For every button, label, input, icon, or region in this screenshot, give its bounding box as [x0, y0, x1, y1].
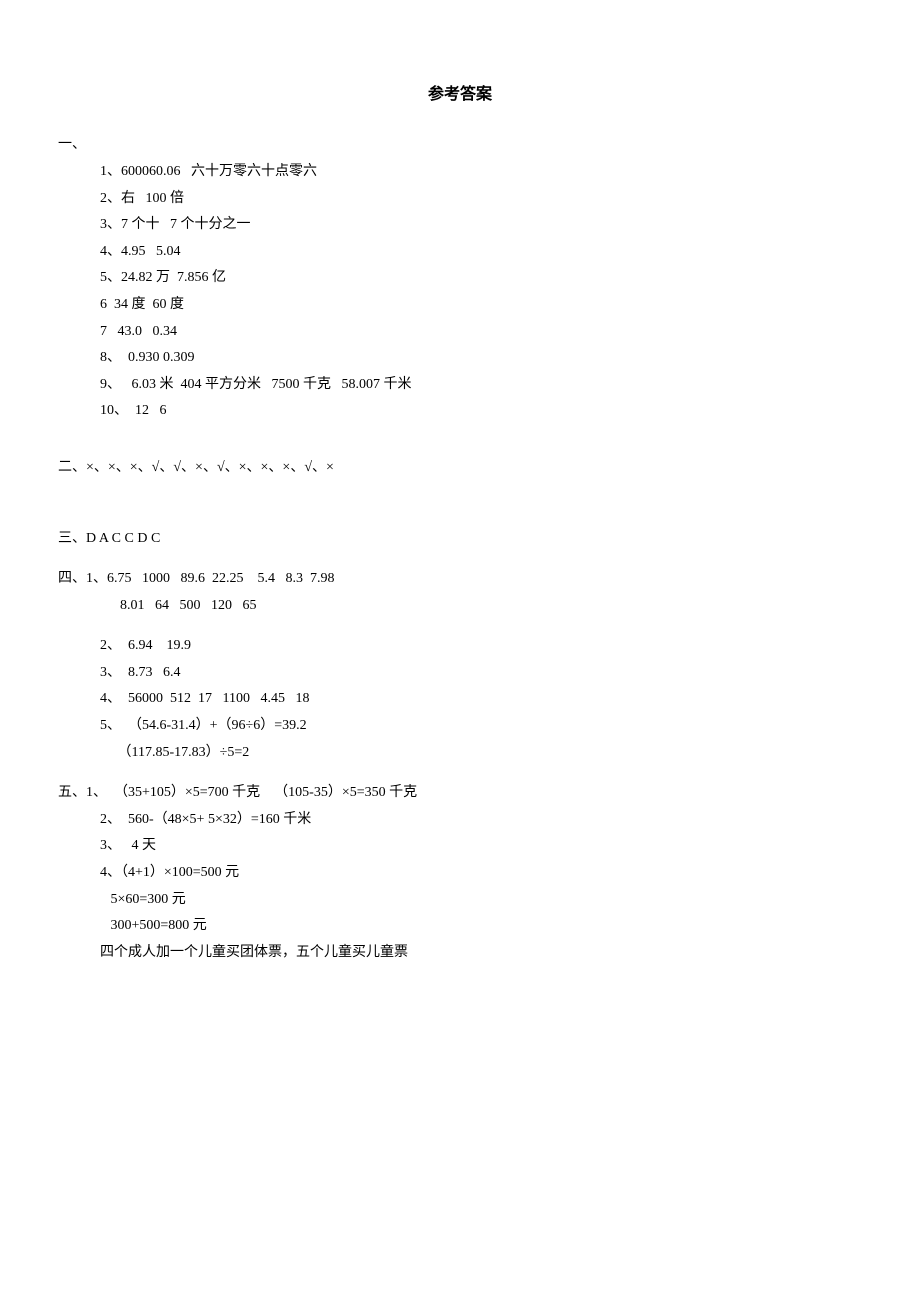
answer-item: 3、 4 天 [100, 833, 862, 860]
answer-item: （117.85-17.83）÷5=2 [100, 740, 862, 767]
answer-item: 300+500=800 元 [100, 913, 862, 940]
answer-item: 3、 8.73 6.4 [100, 660, 862, 687]
answer-item: 5×60=300 元 [100, 887, 862, 914]
answer-item: 3、7 个十 7 个十分之一 [100, 212, 862, 239]
answer-item: 10、 12 6 [100, 398, 862, 425]
answer-item: 7 43.0 0.34 [100, 319, 862, 346]
answer-item: 4、 56000 512 17 1100 4.45 18 [100, 686, 862, 713]
section-four-label: 四、 [58, 571, 86, 586]
answer-item: 6 34 度 60 度 [100, 292, 862, 319]
answer-item: 1、600060.06 六十万零六十点零六 [100, 159, 862, 186]
answer-item: 5、 （54.6-31.4）+（96÷6）=39.2 [100, 713, 862, 740]
answer-item: 2、 6.94 19.9 [100, 633, 862, 660]
section-one-label: 一、 [58, 132, 862, 159]
answer-item: 四个成人加一个儿童买团体票，五个儿童买儿童票 [100, 940, 862, 967]
answer-item: 2、 560-（48×5+ 5×32）=160 千米 [100, 807, 862, 834]
page-title: 参考答案 [58, 80, 862, 110]
answer-item: 1、 （35+105）×5=700 千克 （105-35）×5=350 千克 [86, 785, 417, 800]
answer-item: 9、 6.03 米 404 平方分米 7500 千克 58.007 千米 [100, 372, 862, 399]
section-five-label: 五、 [58, 785, 86, 800]
answer-item: 1、6.75 1000 89.6 22.25 5.4 8.3 7.98 [86, 571, 335, 586]
answer-item: 5、24.82 万 7.856 亿 [100, 265, 862, 292]
answer-item: 8、 0.930 0.309 [100, 345, 862, 372]
answer-item: 8.01 64 500 120 65 [120, 593, 862, 620]
section-three: 三、D A C C D C [58, 526, 862, 553]
answer-item: 4、4.95 5.04 [100, 239, 862, 266]
answer-item: 2、右 100 倍 [100, 186, 862, 213]
answer-item: 4、（4+1）×100=500 元 [100, 860, 862, 887]
section-two: 二、×、×、×、√、√、×、√、×、×、×、√、× [58, 455, 862, 482]
